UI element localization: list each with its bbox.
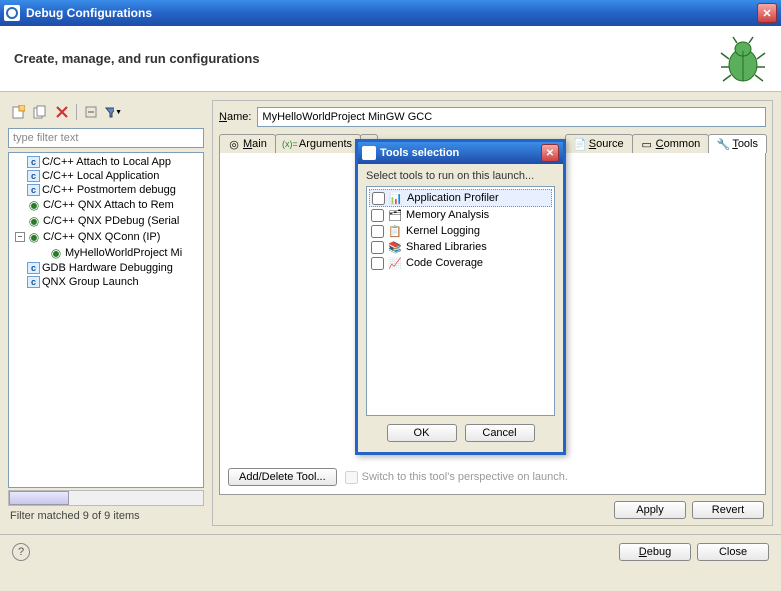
tool-checkbox[interactable] bbox=[371, 241, 384, 254]
config-tree[interactable]: cC/C++ Attach to Local App cC/C++ Local … bbox=[8, 152, 204, 488]
tool-checkbox[interactable] bbox=[371, 209, 384, 222]
delete-config-button[interactable] bbox=[52, 102, 72, 122]
dialog-footer: ? Debug Close bbox=[0, 534, 781, 569]
tree-item[interactable]: −◉C/C++ QNX QConn (IP) bbox=[11, 229, 201, 245]
dialog-header-text: Create, manage, and run configurations bbox=[14, 51, 719, 66]
tool-checkbox[interactable] bbox=[371, 257, 384, 270]
toolbar-separator bbox=[76, 104, 77, 120]
filter-input[interactable] bbox=[8, 128, 204, 148]
config-name-input[interactable] bbox=[257, 107, 766, 127]
new-config-button[interactable] bbox=[8, 102, 28, 122]
tab-main[interactable]: ◎Main bbox=[219, 134, 276, 153]
modal-title: Tools selection bbox=[380, 147, 541, 159]
filter-status-text: Filter matched 9 of 9 items bbox=[8, 506, 204, 526]
debug-button[interactable]: Debug bbox=[619, 543, 691, 561]
arguments-tab-icon: (x)= bbox=[284, 138, 296, 150]
horizontal-scrollbar[interactable] bbox=[8, 490, 204, 506]
tree-item[interactable]: cC/C++ Postmortem debugg bbox=[11, 183, 201, 197]
tree-collapse-icon[interactable]: − bbox=[15, 232, 25, 242]
tool-item-memory-analysis[interactable]: 🗂Memory Analysis bbox=[369, 207, 552, 223]
tab-common[interactable]: ▭Common bbox=[632, 134, 710, 153]
help-button[interactable]: ? bbox=[12, 543, 30, 561]
apply-button[interactable]: Apply bbox=[614, 501, 686, 519]
source-tab-icon: 📄 bbox=[574, 138, 586, 150]
perspective-checkbox-label: Switch to this tool's perspective on lau… bbox=[345, 471, 568, 484]
modal-message: Select tools to run on this launch... bbox=[366, 170, 555, 182]
tool-item-shared-libraries[interactable]: 📚Shared Libraries bbox=[369, 239, 552, 255]
c-config-icon: c bbox=[27, 170, 40, 182]
revert-button[interactable]: Revert bbox=[692, 501, 764, 519]
dialog-header: Create, manage, and run configurations bbox=[0, 26, 781, 92]
tools-list[interactable]: 📊Application Profiler 🗂Memory Analysis 📋… bbox=[366, 186, 555, 416]
tools-tab-icon: 🔧 bbox=[717, 138, 729, 150]
tab-tools[interactable]: 🔧Tools bbox=[708, 134, 767, 153]
name-label: Name: bbox=[219, 111, 251, 123]
shared-lib-icon: 📚 bbox=[388, 240, 402, 254]
add-delete-tool-button[interactable]: Add/Delete Tool... bbox=[228, 468, 337, 486]
modal-ok-button[interactable]: OK bbox=[387, 424, 457, 442]
qnx-config-icon: ◉ bbox=[27, 230, 41, 244]
tool-checkbox[interactable] bbox=[372, 192, 385, 205]
modal-icon bbox=[362, 146, 376, 160]
profiler-icon: 📊 bbox=[389, 191, 403, 205]
close-button[interactable]: Close bbox=[697, 543, 769, 561]
qnx-config-icon: ◉ bbox=[27, 214, 41, 228]
left-panel: ▼ cC/C++ Attach to Local App cC/C++ Loca… bbox=[8, 100, 204, 526]
tool-item-kernel-logging[interactable]: 📋Kernel Logging bbox=[369, 223, 552, 239]
tree-item-child[interactable]: ◉MyHelloWorldProject Mi bbox=[11, 245, 201, 261]
tools-selection-dialog: Tools selection ✕ Select tools to run on… bbox=[355, 139, 566, 455]
c-config-icon: c bbox=[27, 156, 40, 168]
coverage-icon: 📈 bbox=[388, 256, 402, 270]
modal-cancel-button[interactable]: Cancel bbox=[465, 424, 535, 442]
tool-item-application-profiler[interactable]: 📊Application Profiler bbox=[369, 189, 552, 207]
tab-source[interactable]: 📄Source bbox=[565, 134, 633, 153]
memory-icon: 🗂 bbox=[388, 208, 402, 222]
tree-item[interactable]: cGDB Hardware Debugging bbox=[11, 261, 201, 275]
filter-menu-button[interactable]: ▼ bbox=[103, 102, 123, 122]
duplicate-config-button[interactable] bbox=[30, 102, 50, 122]
c-config-icon: c bbox=[27, 276, 40, 288]
perspective-checkbox bbox=[345, 471, 358, 484]
tree-item[interactable]: cQNX Group Launch bbox=[11, 275, 201, 289]
common-tab-icon: ▭ bbox=[641, 138, 653, 150]
debug-bug-icon bbox=[719, 35, 767, 83]
window-close-button[interactable]: ✕ bbox=[757, 3, 777, 23]
qnx-launch-icon: ◉ bbox=[49, 246, 63, 260]
qnx-config-icon: ◉ bbox=[27, 198, 41, 212]
c-config-icon: c bbox=[27, 262, 40, 274]
window-title: Debug Configurations bbox=[26, 6, 757, 20]
modal-titlebar: Tools selection ✕ bbox=[358, 142, 563, 164]
tree-item[interactable]: cC/C++ Attach to Local App bbox=[11, 155, 201, 169]
collapse-all-button[interactable] bbox=[81, 102, 101, 122]
window-titlebar: Debug Configurations ✕ bbox=[0, 0, 781, 26]
tree-item[interactable]: ◉C/C++ QNX PDebug (Serial bbox=[11, 213, 201, 229]
c-config-icon: c bbox=[27, 184, 40, 196]
tool-item-code-coverage[interactable]: 📈Code Coverage bbox=[369, 255, 552, 271]
tab-arguments[interactable]: (x)=Arguments bbox=[275, 134, 361, 153]
tool-checkbox[interactable] bbox=[371, 225, 384, 238]
tree-item[interactable]: cC/C++ Local Application bbox=[11, 169, 201, 183]
app-icon bbox=[4, 5, 20, 21]
scrollbar-thumb[interactable] bbox=[9, 491, 69, 505]
tree-item[interactable]: ◉C/C++ QNX Attach to Rem bbox=[11, 197, 201, 213]
kernel-log-icon: 📋 bbox=[388, 224, 402, 238]
config-toolbar: ▼ bbox=[8, 100, 204, 128]
main-tab-icon: ◎ bbox=[228, 138, 240, 150]
modal-close-button[interactable]: ✕ bbox=[541, 144, 559, 162]
